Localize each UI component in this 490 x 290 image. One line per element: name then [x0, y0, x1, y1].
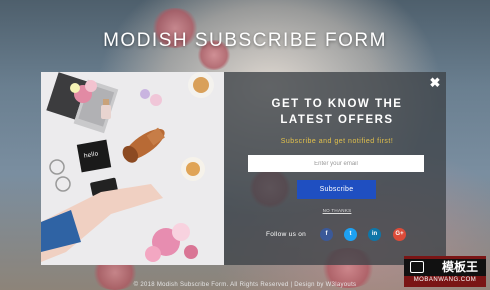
subscribe-button[interactable]: Subscribe: [297, 180, 376, 199]
watermark-url: MOBANWANG.COM: [413, 277, 477, 283]
close-icon[interactable]: ✖: [428, 76, 442, 90]
facebook-icon[interactable]: f: [320, 228, 333, 241]
watermark-logo: 模板王 MOBANWANG.COM: [404, 256, 486, 287]
email-field[interactable]: [248, 155, 424, 172]
offer-heading: GET TO KNOW THE LATEST OFFERS: [240, 96, 434, 128]
flatlay-illustration: hello: [41, 72, 224, 265]
google-plus-icon[interactable]: G+: [393, 228, 406, 241]
twitter-icon[interactable]: t: [344, 228, 357, 241]
offer-subheading: Subscribe and get notified first!: [280, 138, 394, 145]
flatlay-photo: hello: [41, 72, 224, 265]
no-thanks-link[interactable]: NO THANKS: [310, 208, 364, 213]
watermark-brand: 模板王: [404, 259, 486, 276]
page-title: MODISH SUBSCRIBE FORM: [103, 30, 387, 51]
offer-heading-line-1: GET TO KNOW THE: [271, 98, 403, 110]
watermark-brand-text: 模板王: [441, 260, 478, 274]
offer-heading-line-2: LATEST OFFERS: [280, 114, 394, 126]
follow-us-label: Follow us on: [266, 231, 307, 238]
linkedin-icon[interactable]: in: [368, 228, 381, 241]
watermark-box-icon: [410, 261, 424, 273]
